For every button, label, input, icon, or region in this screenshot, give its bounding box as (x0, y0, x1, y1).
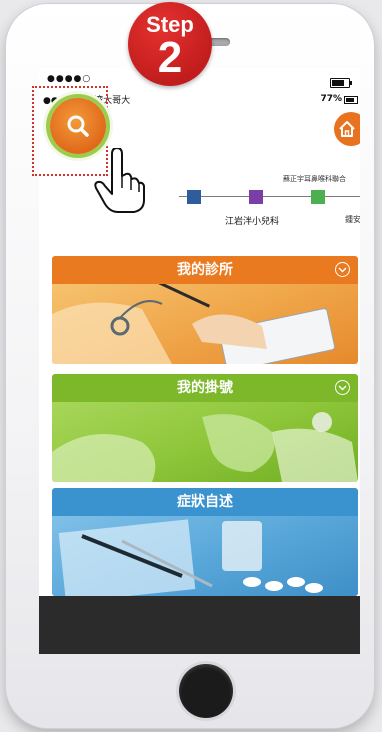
clinic-icon[interactable] (187, 190, 201, 204)
clinic-label: 江岩泮小兒科 (225, 217, 280, 227)
card-title: 我的掛號 (177, 380, 233, 396)
my-clinic-card[interactable]: 我的診所 (52, 256, 358, 364)
card-header: 我的掛號 (52, 374, 358, 402)
card-header: 症狀自述 (52, 488, 358, 516)
clinic-icon[interactable] (249, 190, 263, 204)
search-button[interactable] (50, 98, 106, 154)
clinic-carousel-line (179, 196, 360, 197)
battery-icon-small (344, 96, 358, 104)
chevron-down-icon[interactable] (335, 262, 350, 277)
battery-percent: 77% (320, 94, 342, 104)
clinic-icon[interactable] (311, 190, 325, 204)
clinic-label: 鍾安 (345, 215, 360, 224)
card-image (52, 402, 358, 482)
card-header: 我的診所 (52, 256, 358, 284)
signal-dots: ●●●●○ (47, 74, 92, 84)
clinic-label: 蘇正宇耳鼻喉科聯合 (283, 175, 346, 183)
step-badge: Step 2 (128, 2, 212, 86)
my-registration-card[interactable]: 我的掛號 (52, 374, 358, 482)
chevron-down-icon[interactable] (335, 380, 350, 395)
search-icon (67, 115, 89, 137)
step-number: 2 (157, 33, 183, 82)
card-image (52, 516, 358, 596)
pointer-hand-icon (92, 147, 150, 218)
home-icon (339, 121, 355, 137)
battery-icon (330, 78, 352, 88)
symptom-description-card[interactable]: 症狀自述 (52, 488, 358, 596)
card-title: 我的診所 (177, 262, 233, 278)
phone-home-button[interactable] (179, 664, 233, 718)
card-title: 症狀自述 (177, 494, 233, 510)
home-button[interactable] (334, 112, 360, 146)
card-image (52, 279, 358, 364)
